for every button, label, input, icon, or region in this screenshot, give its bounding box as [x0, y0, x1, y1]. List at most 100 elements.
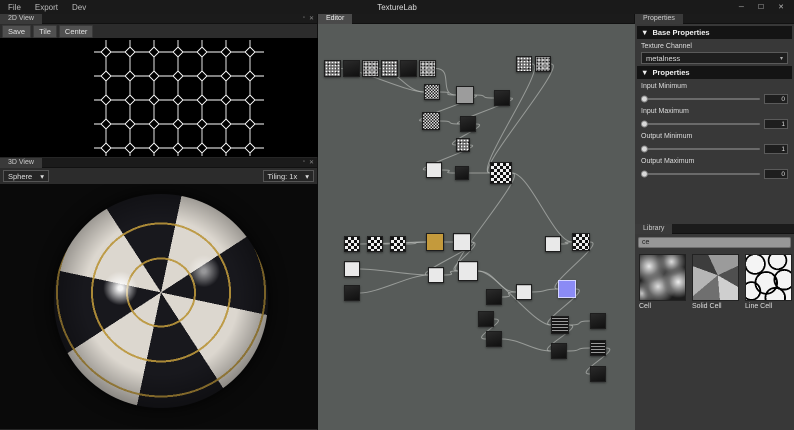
editor-header: Editor	[318, 14, 634, 24]
maximize-icon[interactable]: ☐	[752, 3, 770, 11]
graph-node-dark[interactable]	[590, 366, 606, 382]
3d-sphere-preview[interactable]	[54, 194, 268, 408]
library-item[interactable]: Cell	[639, 254, 686, 310]
close-icon[interactable]: ✕	[772, 3, 790, 11]
graph-node-noise2[interactable]	[362, 60, 379, 77]
graph-node-checker[interactable]	[572, 233, 590, 251]
slider-thumb[interactable]	[641, 171, 648, 178]
library-item[interactable]: Solid Cell	[692, 254, 739, 310]
3d-toolbar: Sphere ▾ Tiling: 1x ▾	[0, 168, 317, 184]
model-select[interactable]: Sphere ▾	[3, 170, 49, 182]
slider-track[interactable]	[641, 173, 760, 175]
base-properties-section[interactable]: ▼ Base Properties	[637, 26, 792, 39]
3d-viewport[interactable]	[0, 184, 318, 429]
slider-thumb[interactable]	[641, 121, 648, 128]
graph-node-dark[interactable]	[400, 60, 417, 77]
graph-node-dark[interactable]	[343, 60, 360, 77]
graph-node-noise2[interactable]	[419, 60, 436, 77]
graph-node-gold[interactable]	[426, 233, 444, 251]
library-thumbnail-line-cell[interactable]	[745, 254, 792, 301]
graph-node-lines[interactable]	[590, 340, 606, 356]
slider-thumb[interactable]	[641, 96, 648, 103]
2d-canvas[interactable]	[0, 38, 318, 157]
section-caret-icon: ▼	[641, 68, 648, 77]
tab-library[interactable]: Library	[635, 224, 672, 234]
graph-node-checker[interactable]	[367, 236, 383, 252]
graph-node-white[interactable]	[545, 236, 561, 252]
window-controls: ─ ☐ ✕	[733, 0, 790, 14]
close-icon[interactable]: ✕	[309, 15, 314, 22]
graph-node-checker[interactable]	[490, 162, 512, 184]
graph-node-white[interactable]	[458, 261, 478, 281]
menu-file[interactable]: File	[8, 3, 21, 12]
panel-properties: Properties ▼ Base Properties Texture Cha…	[635, 14, 794, 224]
tiling-select-value: Tiling: 1x	[268, 172, 298, 181]
graph-node-white[interactable]	[516, 284, 532, 300]
panel-2d-view: 2D View ▫ ✕ Save Tile Center	[0, 14, 318, 158]
menubar: File Export Dev TextureLab ─ ☐ ✕	[0, 0, 794, 14]
library-search-input[interactable]	[638, 237, 791, 248]
graph-node-dark[interactable]	[478, 311, 494, 327]
slider-value-box[interactable]: 1	[764, 144, 788, 154]
undock-icon[interactable]: ▫	[303, 159, 305, 166]
graph-node-dark[interactable]	[551, 343, 567, 359]
graph-node-checker[interactable]	[390, 236, 406, 252]
graph-node-dots[interactable]	[424, 84, 440, 100]
graph-node-dark[interactable]	[344, 285, 360, 301]
graph-node-white[interactable]	[453, 233, 471, 251]
graph-node-dark[interactable]	[455, 166, 469, 180]
graph-node-dots[interactable]	[422, 112, 440, 130]
center-button[interactable]: Center	[59, 25, 94, 38]
node-graph-canvas[interactable]	[318, 24, 635, 430]
panel-3d-view: 3D View ▫ ✕ Sphere ▾ Tiling: 1x ▾	[0, 158, 318, 430]
graph-node-dark[interactable]	[460, 116, 476, 132]
undock-icon[interactable]: ▫	[303, 15, 305, 22]
model-select-value: Sphere	[8, 172, 32, 181]
slider-value-box[interactable]: 0	[764, 94, 788, 104]
tab-properties[interactable]: Properties	[635, 14, 683, 24]
graph-node-dark[interactable]	[486, 289, 502, 305]
minimize-icon[interactable]: ─	[733, 4, 750, 11]
2d-view-header: 2D View ▫ ✕	[0, 14, 317, 24]
graph-node-white[interactable]	[426, 162, 442, 178]
slider-track[interactable]	[641, 123, 760, 125]
tab-2d-view[interactable]: 2D View	[0, 14, 42, 24]
graph-node-dark[interactable]	[486, 331, 502, 347]
slider-value-box[interactable]: 1	[764, 119, 788, 129]
window-title: TextureLab	[377, 3, 417, 12]
slider-track[interactable]	[641, 148, 760, 150]
graph-node-blue[interactable]	[558, 280, 576, 298]
menu-dev[interactable]: Dev	[72, 3, 86, 12]
tile-button[interactable]: Tile	[33, 25, 57, 38]
graph-node-dark[interactable]	[590, 313, 606, 329]
library-item[interactable]: Line Cell	[745, 254, 792, 310]
close-icon[interactable]: ✕	[309, 159, 314, 166]
slider-thumb[interactable]	[641, 146, 648, 153]
library-thumbnail-cell[interactable]	[639, 254, 686, 301]
tab-3d-view[interactable]: 3D View	[0, 158, 42, 168]
graph-node-noise[interactable]	[516, 56, 532, 72]
save-button[interactable]: Save	[2, 25, 31, 38]
slider-value-box[interactable]: 0	[764, 169, 788, 179]
graph-node-noise[interactable]	[324, 60, 341, 77]
texture-channel-value: metalness	[646, 54, 680, 63]
graph-node-lines[interactable]	[551, 316, 569, 334]
graph-node-noise2[interactable]	[535, 56, 551, 72]
graph-node-noise[interactable]	[381, 60, 398, 77]
tab-editor[interactable]: Editor	[318, 14, 352, 24]
texture-channel-select[interactable]: metalness ▾	[641, 52, 788, 64]
graph-node-checker[interactable]	[344, 236, 360, 252]
library-thumbnail-solid-cell[interactable]	[692, 254, 739, 301]
section-caret-icon: ▼	[641, 28, 648, 37]
properties-section[interactable]: ▼ Properties	[637, 66, 792, 79]
graph-node-noise[interactable]	[456, 138, 470, 152]
slider-track[interactable]	[641, 98, 760, 100]
graph-node-white[interactable]	[344, 261, 360, 277]
menu-export[interactable]: Export	[35, 3, 58, 12]
slider-row: 0	[635, 167, 794, 179]
graph-node-gray[interactable]	[456, 86, 474, 104]
graph-node-dark[interactable]	[494, 90, 510, 106]
slider-label: Output Maximum	[635, 154, 794, 167]
tiling-select[interactable]: Tiling: 1x ▾	[263, 170, 315, 182]
graph-node-white[interactable]	[428, 267, 444, 283]
